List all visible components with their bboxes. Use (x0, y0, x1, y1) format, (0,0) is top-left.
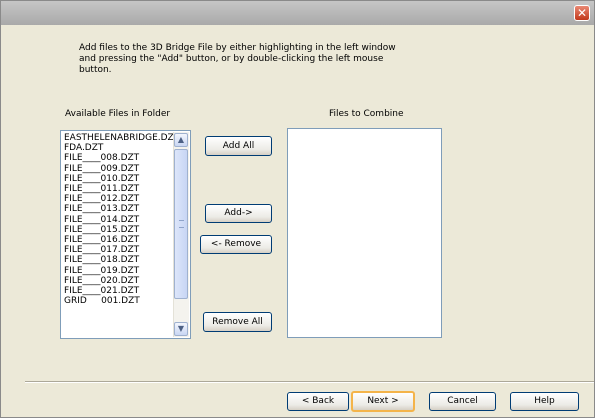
add-all-button[interactable]: Add All (205, 136, 272, 156)
available-file-item[interactable]: FDA.DZT (64, 143, 179, 153)
title-bar: ✕ (1, 1, 594, 25)
arrow-up-icon: ▲ (177, 135, 185, 144)
remove-all-label: Remove All (212, 317, 263, 327)
help-label: Help (534, 396, 555, 406)
next-label: Next > (367, 396, 399, 406)
footer-separator (25, 381, 594, 383)
back-label: < Back (301, 396, 335, 406)
available-file-item[interactable]: FILE____018.DZT (64, 255, 179, 265)
available-file-item[interactable]: FILE____021.DZT (64, 286, 179, 296)
scroll-up-button[interactable]: ▲ (174, 133, 188, 147)
close-icon: ✕ (576, 6, 588, 20)
add-label: Add-> (224, 208, 253, 218)
available-files-scrollbar[interactable]: ▲ ▼ (173, 132, 189, 337)
scroll-down-button[interactable]: ▼ (174, 322, 188, 336)
available-files-label: Available Files in Folder (65, 109, 171, 119)
arrow-down-icon: ▼ (177, 324, 185, 333)
remove-button[interactable]: <- Remove (200, 235, 272, 254)
available-file-item[interactable]: FILE____013.DZT (64, 204, 179, 214)
available-file-item[interactable]: FILE____012.DZT (64, 194, 179, 204)
add-all-label: Add All (222, 141, 255, 151)
next-button[interactable]: Next > (351, 391, 415, 412)
available-files-items: EASTHELENABRIDGE.DZT FDA.DZT FILE____008.D… (64, 133, 179, 306)
remove-all-button[interactable]: Remove All (203, 312, 272, 332)
available-file-item[interactable]: FILE____009.DZT (64, 164, 179, 174)
help-button[interactable]: Help (510, 392, 579, 411)
available-files-list[interactable]: EASTHELENABRIDGE.DZT FDA.DZT FILE____008.D… (60, 130, 191, 339)
instructions-text: Add files to the 3D Bridge File by eithe… (79, 43, 396, 75)
available-file-item[interactable]: GRID 001.DZT (64, 296, 179, 306)
available-file-item[interactable]: EASTHELENABRIDGE.DZT (64, 133, 179, 143)
available-file-item[interactable]: FILE____010.DZT (64, 174, 179, 184)
back-button[interactable]: < Back (287, 392, 349, 411)
files-to-combine-list[interactable] (287, 128, 442, 338)
add-button[interactable]: Add-> (205, 204, 272, 223)
files-to-combine-label: Files to Combine (329, 109, 404, 119)
available-file-item[interactable]: FILE____014.DZT (64, 215, 179, 225)
dialog-window: ✕ Add files to the 3D Bridge File by eit… (0, 0, 595, 418)
cancel-button[interactable]: Cancel (429, 392, 496, 411)
available-file-item[interactable]: FILE____015.DZT (64, 225, 179, 235)
available-file-item[interactable]: FILE____011.DZT (64, 184, 179, 194)
grip-icon (179, 220, 184, 228)
close-button[interactable]: ✕ (574, 5, 590, 21)
available-file-item[interactable]: FILE____020.DZT (64, 276, 179, 286)
available-file-item[interactable]: FILE____016.DZT (64, 235, 179, 245)
remove-label: <- Remove (210, 239, 262, 249)
available-file-item[interactable]: FILE____019.DZT (64, 266, 179, 276)
available-file-item[interactable]: FILE____017.DZT (64, 245, 179, 255)
available-file-item[interactable]: FILE____008.DZT (64, 153, 179, 163)
scroll-thumb[interactable] (174, 149, 188, 299)
cancel-label: Cancel (447, 396, 478, 406)
